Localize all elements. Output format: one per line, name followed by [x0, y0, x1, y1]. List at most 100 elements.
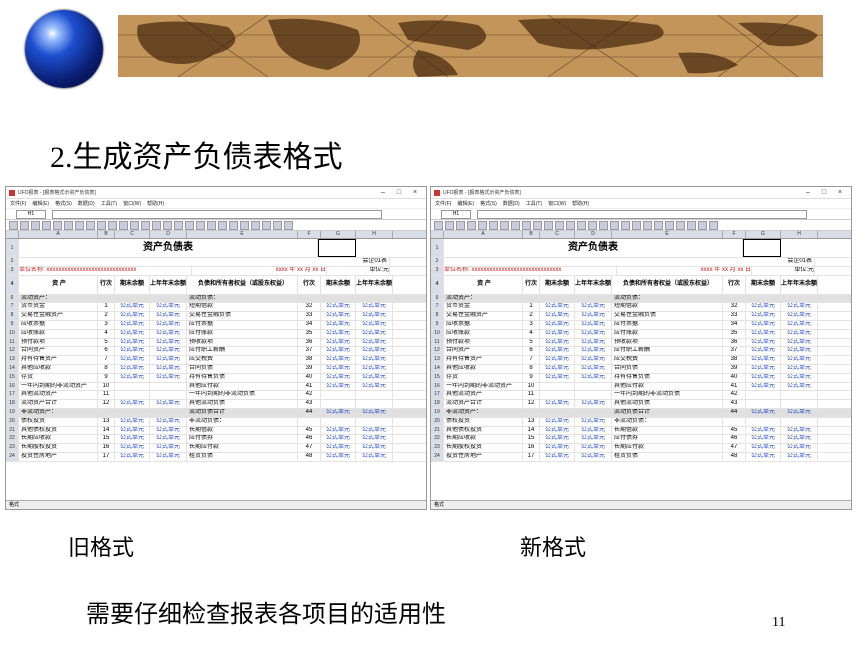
- cell-e[interactable]: 预收款项: [187, 338, 298, 347]
- cell-e[interactable]: 预收款项: [612, 338, 723, 347]
- toolbar-button-icon[interactable]: [185, 220, 194, 230]
- cell-d[interactable]: 公式单元: [575, 312, 612, 320]
- cell-e[interactable]: 合同负债: [612, 364, 723, 373]
- cell-c[interactable]: 公式单元: [115, 329, 150, 338]
- cell-a[interactable]: 流动资产合计: [444, 400, 523, 408]
- cell-d[interactable]: 公式单元: [150, 356, 187, 364]
- toolbar-button-icon[interactable]: [555, 220, 564, 230]
- cell-h[interactable]: 公式单元: [356, 364, 393, 373]
- cell-a[interactable]: 持有待售资产: [19, 356, 98, 364]
- toolbar-button-icon[interactable]: [632, 220, 641, 230]
- cell-c[interactable]: [115, 391, 150, 400]
- cell-d[interactable]: 公式单元: [150, 347, 187, 356]
- cell-b[interactable]: 14: [98, 426, 115, 435]
- cell-c[interactable]: 公式单元: [115, 435, 150, 444]
- cell-d[interactable]: 公式单元: [150, 364, 187, 373]
- cell-h[interactable]: 公式单元: [356, 373, 393, 382]
- toolbar-button-icon[interactable]: [687, 220, 696, 230]
- cell-d[interactable]: 公式单元: [150, 338, 187, 347]
- cell-f[interactable]: 46: [298, 435, 321, 444]
- cell-d[interactable]: 公式单元: [150, 303, 187, 312]
- cell-d[interactable]: [575, 382, 612, 391]
- cell-c[interactable]: 公式单元: [115, 444, 150, 452]
- column-header-F[interactable]: F: [298, 231, 321, 238]
- menu-item-3[interactable]: 数据(D): [78, 200, 95, 207]
- column-header-E[interactable]: E: [187, 231, 298, 238]
- cell-b[interactable]: 8: [523, 364, 540, 373]
- close-button[interactable]: ×: [407, 189, 423, 196]
- cell-g[interactable]: 公式单元: [746, 452, 781, 461]
- cell-e[interactable]: 应付债券: [187, 435, 298, 444]
- cell-h[interactable]: 公式单元: [356, 356, 393, 364]
- cell-h[interactable]: 公式单元: [356, 329, 393, 338]
- toolbar-button-icon[interactable]: [75, 220, 84, 230]
- menu-item-1[interactable]: 编辑(E): [457, 200, 474, 207]
- cell-h[interactable]: 公式单元: [781, 303, 818, 312]
- toolbar-button-icon[interactable]: [643, 220, 652, 230]
- cell-f[interactable]: [298, 294, 321, 303]
- cell-c[interactable]: 公式单元: [540, 400, 575, 408]
- cell-a[interactable]: 长期股权投资: [19, 444, 98, 452]
- cell-b[interactable]: 4: [523, 329, 540, 338]
- cell-g[interactable]: [321, 294, 356, 303]
- toolbar-button-icon[interactable]: [240, 220, 249, 230]
- cell-h[interactable]: 公式单元: [356, 452, 393, 461]
- cell-c[interactable]: 公式单元: [115, 320, 150, 329]
- cell-g[interactable]: 公式单元: [746, 364, 781, 373]
- cell-c[interactable]: 公式单元: [540, 329, 575, 338]
- cell-d[interactable]: 公式单元: [150, 329, 187, 338]
- cell-f[interactable]: 33: [723, 312, 746, 320]
- cell-b[interactable]: 16: [523, 444, 540, 452]
- cell-g[interactable]: 公式单元: [746, 320, 781, 329]
- cell-f[interactable]: 40: [298, 373, 321, 382]
- column-header-D[interactable]: D: [150, 231, 187, 238]
- cell-g[interactable]: 公式单元: [746, 356, 781, 364]
- menu-item-1[interactable]: 编辑(E): [32, 200, 49, 207]
- toolbar-button-icon[interactable]: [9, 220, 18, 230]
- minimize-button[interactable]: –: [375, 189, 391, 196]
- cell-a[interactable]: 应收票据: [19, 320, 98, 329]
- cell-a[interactable]: 流动资产：: [19, 294, 98, 303]
- cell-e[interactable]: 持有待售负债: [612, 373, 723, 382]
- cell-h[interactable]: 公式单元: [781, 356, 818, 364]
- cell-a[interactable]: 存货: [19, 373, 98, 382]
- cell-c[interactable]: 公式单元: [115, 452, 150, 461]
- cell-e[interactable]: 其他流动负债: [612, 400, 723, 408]
- toolbar-button-icon[interactable]: [533, 220, 542, 230]
- cell-c[interactable]: 公式单元: [115, 347, 150, 356]
- cell-a[interactable]: 投资性房地产: [19, 452, 98, 461]
- cell-reference[interactable]: H1: [441, 209, 471, 219]
- cell-f[interactable]: 36: [723, 338, 746, 347]
- cell-f[interactable]: 41: [723, 382, 746, 391]
- cell-f[interactable]: 45: [723, 426, 746, 435]
- cell-c[interactable]: 公式单元: [540, 303, 575, 312]
- toolbar-button-icon[interactable]: [522, 220, 531, 230]
- cell-g[interactable]: 公式单元: [321, 408, 356, 417]
- cell-a[interactable]: 货币资金: [444, 303, 523, 312]
- corner-cell[interactable]: [6, 231, 19, 238]
- cell-b[interactable]: 17: [523, 452, 540, 461]
- cell-a[interactable]: 长期股权投资: [444, 444, 523, 452]
- cell-c[interactable]: 公式单元: [115, 303, 150, 312]
- cell-h[interactable]: [781, 400, 818, 408]
- toolbar-button-icon[interactable]: [654, 220, 663, 230]
- cell-c[interactable]: [115, 294, 150, 303]
- cell-a[interactable]: 其他债权投资: [19, 426, 98, 435]
- toolbar-button-icon[interactable]: [130, 220, 139, 230]
- cell-a[interactable]: 长期应收款: [444, 435, 523, 444]
- cell-e[interactable]: 流动负债：: [187, 294, 298, 303]
- cell-g[interactable]: 公式单元: [746, 426, 781, 435]
- cell-c[interactable]: 公式单元: [540, 356, 575, 364]
- cell-e[interactable]: 应付账款: [612, 329, 723, 338]
- cell-g[interactable]: 公式单元: [321, 303, 356, 312]
- cell-c[interactable]: 公式单元: [115, 356, 150, 364]
- menu-item-0[interactable]: 文件(F): [435, 200, 451, 207]
- cell-d[interactable]: 公式单元: [150, 320, 187, 329]
- toolbar-button-icon[interactable]: [698, 220, 707, 230]
- cell-a[interactable]: 其他应收款: [444, 364, 523, 373]
- cell-g[interactable]: 公式单元: [746, 444, 781, 452]
- cell-c[interactable]: 公式单元: [540, 373, 575, 382]
- toolbar-button-icon[interactable]: [709, 220, 718, 230]
- cell-f[interactable]: 38: [723, 356, 746, 364]
- cell-f[interactable]: 36: [298, 338, 321, 347]
